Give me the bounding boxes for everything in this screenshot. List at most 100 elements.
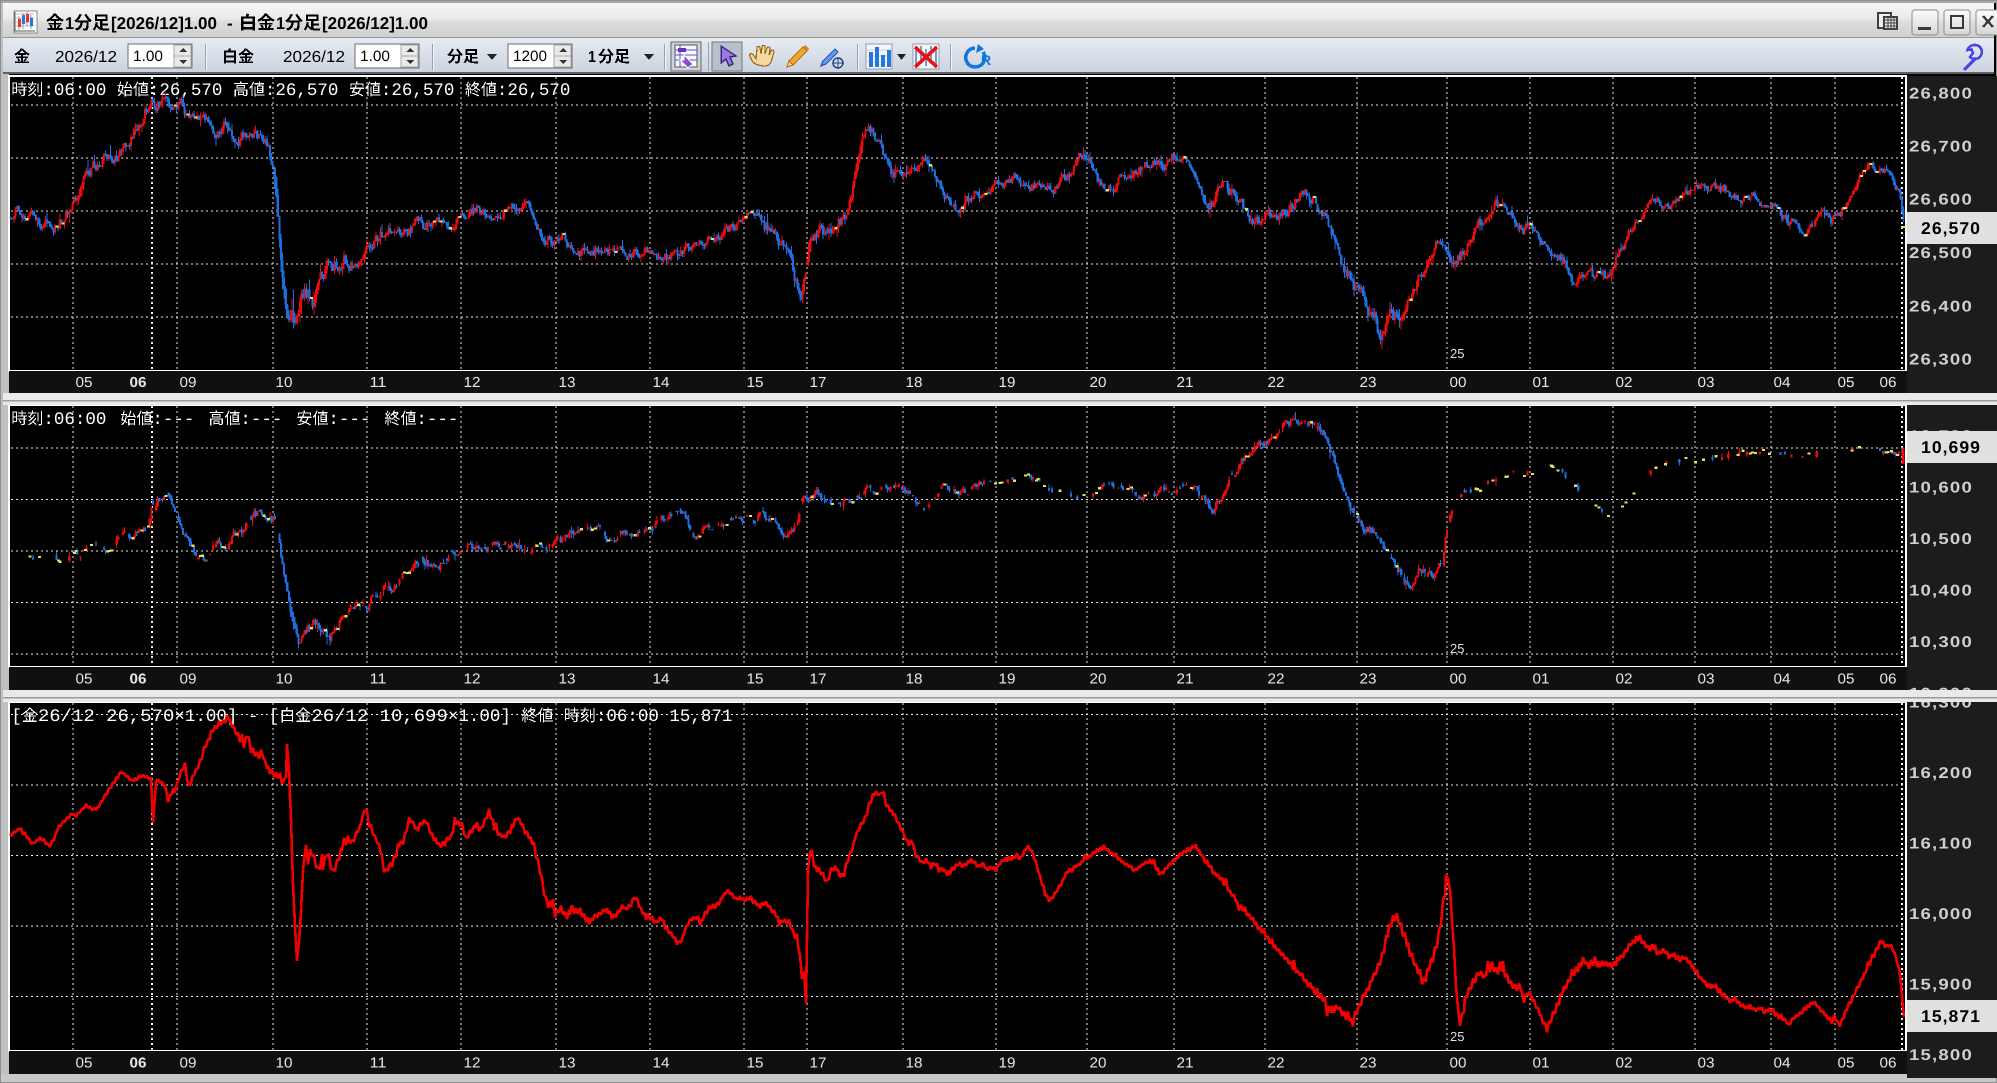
svg-text:1.00: 1.00	[133, 48, 163, 65]
svg-text:06: 06	[1880, 1056, 1897, 1072]
svg-text:03: 03	[1698, 1056, 1715, 1072]
svg-text:1: 1	[65, 14, 74, 33]
svg-text:16,100: 16,100	[1909, 836, 1973, 853]
svg-text:16,200: 16,200	[1909, 765, 1973, 782]
svg-text:[2026/12]1.00: [2026/12]1.00	[322, 14, 428, 33]
svg-text:03: 03	[1698, 375, 1715, 391]
svg-text:13: 13	[559, 375, 576, 391]
svg-text:10,400: 10,400	[1909, 583, 1973, 600]
svg-text:×1.00]: ×1.00]	[448, 707, 511, 727]
svg-text:06: 06	[130, 375, 147, 391]
svg-text:22: 22	[1268, 375, 1285, 391]
svg-text::26,570: :26,570	[149, 81, 223, 101]
svg-text:06: 06	[130, 1056, 147, 1072]
svg-text:10,600: 10,600	[1909, 480, 1973, 497]
svg-text::26,570: :26,570	[265, 81, 339, 101]
svg-text:2026/12: 2026/12	[55, 49, 117, 66]
svg-text:26,800: 26,800	[1909, 86, 1973, 103]
svg-text:1: 1	[588, 49, 596, 66]
svg-text:23: 23	[1360, 375, 1377, 391]
svg-text:26,700: 26,700	[1909, 139, 1973, 156]
svg-text::---: :---	[240, 410, 282, 430]
svg-text::26,570: :26,570	[497, 81, 571, 101]
svg-text:05: 05	[1838, 1056, 1855, 1072]
svg-text:04: 04	[1774, 1056, 1791, 1072]
svg-text:21: 21	[1177, 672, 1194, 688]
svg-text:18: 18	[906, 1056, 923, 1072]
svg-text:11: 11	[370, 375, 387, 391]
svg-text::06:00 15,871: :06:00 15,871	[596, 707, 733, 727]
svg-text:11: 11	[370, 672, 387, 688]
svg-text:10,300: 10,300	[1909, 634, 1973, 651]
svg-text:1200: 1200	[513, 48, 547, 65]
svg-text:04: 04	[1774, 375, 1791, 391]
svg-text:02: 02	[1616, 672, 1633, 688]
svg-text:05: 05	[76, 375, 93, 391]
svg-text:18: 18	[906, 375, 923, 391]
svg-text:06: 06	[130, 672, 147, 688]
svg-text:01: 01	[1533, 375, 1550, 391]
svg-text::---: :---	[416, 410, 458, 430]
svg-text:10: 10	[276, 375, 293, 391]
svg-text:14: 14	[653, 672, 670, 688]
svg-text:14: 14	[653, 1056, 670, 1072]
svg-text:10,699: 10,699	[1921, 438, 1981, 457]
svg-text:12: 12	[464, 375, 481, 391]
svg-text:26,400: 26,400	[1909, 299, 1973, 316]
svg-text:04: 04	[1774, 672, 1791, 688]
svg-text:[: [	[11, 707, 22, 727]
svg-text:02: 02	[1616, 1056, 1633, 1072]
svg-text:03: 03	[1698, 672, 1715, 688]
svg-text:06: 06	[1880, 672, 1897, 688]
svg-text:05: 05	[1838, 375, 1855, 391]
svg-text:12: 12	[464, 672, 481, 688]
svg-text:09: 09	[180, 672, 197, 688]
svg-text:21: 21	[1177, 375, 1194, 391]
svg-text:06: 06	[1880, 375, 1897, 391]
svg-text:11: 11	[370, 1056, 387, 1072]
svg-text:01: 01	[1533, 1056, 1550, 1072]
svg-text:12: 12	[464, 1056, 481, 1072]
svg-text::---: :---	[152, 410, 194, 430]
svg-text:10: 10	[276, 672, 293, 688]
svg-text:1.00: 1.00	[360, 48, 390, 65]
svg-text:10: 10	[276, 1056, 293, 1072]
svg-text:15: 15	[747, 672, 764, 688]
svg-text:19: 19	[999, 375, 1016, 391]
svg-text:26/12 26,570: 26/12 26,570	[38, 707, 175, 727]
svg-text:20: 20	[1090, 1056, 1107, 1072]
svg-text:01: 01	[1533, 672, 1550, 688]
svg-text:15,800: 15,800	[1909, 1047, 1973, 1064]
svg-text:[2026/12]1.00: [2026/12]1.00	[111, 14, 217, 33]
svg-text:19: 19	[999, 672, 1016, 688]
svg-text:00: 00	[1450, 375, 1467, 391]
svg-text::---: :---	[328, 410, 370, 430]
svg-text:1: 1	[276, 14, 285, 33]
svg-text:15: 15	[747, 375, 764, 391]
svg-text::06:00: :06:00	[43, 410, 106, 430]
svg-text:-: -	[227, 14, 233, 33]
svg-text:26,500: 26,500	[1909, 245, 1973, 262]
svg-text:02: 02	[1616, 375, 1633, 391]
svg-text:17: 17	[810, 1056, 827, 1072]
svg-text:10,500: 10,500	[1909, 531, 1973, 548]
svg-text:13: 13	[559, 672, 576, 688]
svg-text:15: 15	[747, 1056, 764, 1072]
svg-text:26,570: 26,570	[1921, 219, 1981, 238]
svg-text:14: 14	[653, 375, 670, 391]
svg-text:25: 25	[1450, 346, 1464, 361]
svg-text::06:00: :06:00	[43, 81, 106, 101]
svg-text:21: 21	[1177, 1056, 1194, 1072]
svg-text:16,000: 16,000	[1909, 906, 1973, 923]
svg-text:20: 20	[1090, 375, 1107, 391]
svg-text:09: 09	[180, 375, 197, 391]
svg-text:20: 20	[1090, 672, 1107, 688]
svg-text::26,570: :26,570	[381, 81, 455, 101]
svg-text:05: 05	[76, 1056, 93, 1072]
svg-text:15,871: 15,871	[1921, 1007, 1981, 1026]
svg-text:13: 13	[559, 1056, 576, 1072]
svg-text:05: 05	[1838, 672, 1855, 688]
svg-text:26,600: 26,600	[1909, 192, 1973, 209]
svg-text:18: 18	[906, 672, 923, 688]
svg-text:19: 19	[999, 1056, 1016, 1072]
